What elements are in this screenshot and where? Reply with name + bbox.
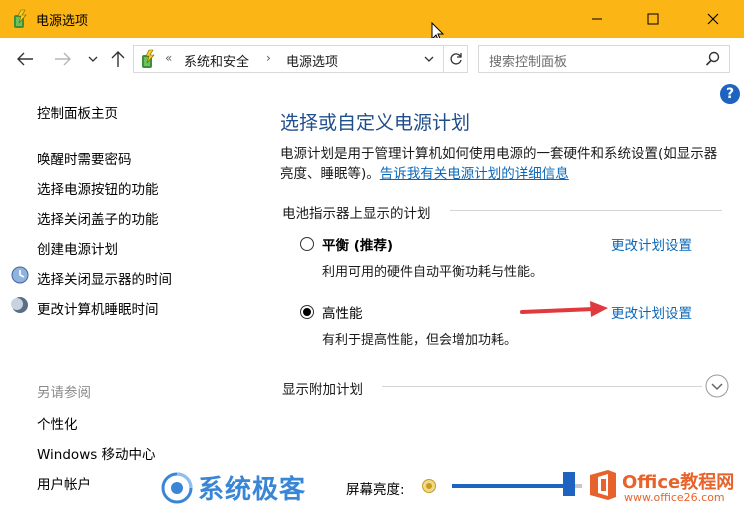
office-logo-icon	[590, 470, 616, 500]
power-options-icon	[14, 9, 27, 28]
forward-button[interactable]	[52, 48, 74, 70]
plan-high-performance-description: 有利于提高性能，但会增加功耗。	[322, 333, 518, 348]
power-options-window: 电源选项 « 系统和安全 › 电源选项 搜索控制面板 ? 控制面板主页 唤醒时需…	[0, 0, 744, 517]
page-title: 选择或自定义电源计划	[280, 112, 471, 134]
sidebar-link-user-accounts[interactable]: 用户帐户	[37, 473, 91, 493]
sleep-moon-icon	[11, 297, 28, 313]
chevron-down-icon	[88, 56, 98, 62]
address-history-chevron-icon[interactable]	[420, 50, 438, 68]
search-placeholder: 搜索控制面板	[489, 55, 568, 70]
plan-balanced-name[interactable]: 平衡 (推荐)	[322, 234, 393, 254]
sidebar-link-sleep-time[interactable]: 更改计算机睡眠时间	[37, 298, 159, 318]
sidebar-link-power-buttons[interactable]: 选择电源按钮的功能	[37, 178, 159, 198]
plan-balanced-radio[interactable]	[300, 237, 314, 251]
show-additional-plans-label[interactable]: 显示附加计划	[282, 378, 363, 398]
plan-balanced-settings-link[interactable]: 更改计划设置	[611, 234, 692, 254]
sidebar-link-create-plan[interactable]: 创建电源计划	[37, 238, 118, 258]
plans-group-label: 电池指示器上显示的计划	[282, 206, 431, 222]
sidebar-link-display-off-time[interactable]: 选择关闭显示器的时间	[37, 268, 172, 288]
maximize-button[interactable]	[630, 0, 676, 38]
brightness-slider-fill	[452, 484, 563, 488]
search-box[interactable]: 搜索控制面板	[478, 45, 730, 73]
search-icon[interactable]	[705, 51, 721, 67]
arrow-left-icon	[17, 52, 33, 66]
sidebar-link-require-password[interactable]: 唤醒时需要密码	[37, 148, 132, 168]
plan-high-performance-name[interactable]: 高性能	[322, 302, 363, 322]
radio-selected-dot	[303, 308, 311, 316]
power-plans-info-link[interactable]: 告诉我有关电源计划的详细信息	[380, 166, 569, 182]
sidebar-link-control-panel-home[interactable]: 控制面板主页	[37, 102, 118, 122]
arrow-right-icon	[55, 52, 71, 66]
breadcrumb-system-security[interactable]: 系统和安全	[184, 51, 249, 70]
breadcrumb-overflow[interactable]: «	[165, 51, 172, 65]
annotation-arrow-icon	[520, 301, 608, 317]
breadcrumb-separator[interactable]: ›	[266, 51, 271, 65]
watermark-text: 系统极客	[198, 475, 307, 505]
plan-high-performance-settings-link[interactable]: 更改计划设置	[611, 302, 692, 322]
window-title: 电源选项	[36, 14, 89, 29]
group-divider	[450, 210, 722, 211]
main-content: 选择或自定义电源计划 电源计划是用于管理计算机如何使用电源的一套硬件和系统设置(…	[262, 80, 744, 517]
sidebar-link-lid-close[interactable]: 选择关闭盖子的功能	[37, 208, 159, 228]
arrow-up-icon	[111, 51, 125, 67]
screen-brightness-label: 屏幕亮度:	[346, 482, 405, 498]
minimize-icon	[592, 18, 602, 20]
recent-locations-button[interactable]	[86, 48, 100, 70]
brightness-sun-icon	[422, 479, 436, 493]
title-bar[interactable]: 电源选项	[0, 0, 744, 38]
brightness-slider-thumb[interactable]	[563, 472, 575, 496]
refresh-icon	[449, 53, 462, 65]
sidebar-link-mobility-center[interactable]: Windows 移动中心	[37, 443, 156, 463]
refresh-button[interactable]	[443, 46, 467, 72]
power-options-icon	[142, 49, 155, 68]
plan-balanced-description: 利用可用的硬件自动平衡功耗与性能。	[322, 265, 544, 280]
close-button[interactable]	[690, 0, 736, 38]
minimize-button[interactable]	[574, 0, 620, 38]
maximize-icon	[647, 13, 659, 25]
sidebar-link-personalization[interactable]: 个性化	[37, 413, 78, 433]
expand-chevron-icon[interactable]	[705, 374, 729, 398]
monitor-clock-icon	[11, 266, 29, 284]
watermark-logo-icon	[161, 472, 193, 504]
up-button[interactable]	[108, 48, 128, 70]
breadcrumb-power-options[interactable]: 电源选项	[286, 51, 338, 70]
additional-plans-divider	[382, 386, 702, 387]
address-bar[interactable]: « 系统和安全 › 电源选项	[133, 45, 468, 73]
close-icon	[707, 13, 719, 25]
plan-high-performance-radio[interactable]	[300, 305, 314, 319]
see-also-heading: 另请参阅	[37, 385, 91, 401]
office-watermark-url: www.office26.com	[624, 491, 725, 504]
back-button[interactable]	[14, 48, 36, 70]
sidebar: 控制面板主页 唤醒时需要密码 选择电源按钮的功能 选择关闭盖子的功能 创建电源计…	[0, 80, 262, 517]
page-description: 电源计划是用于管理计算机如何使用电源的一套硬件和系统设置(如显示器亮度、睡眠等)…	[280, 144, 730, 184]
